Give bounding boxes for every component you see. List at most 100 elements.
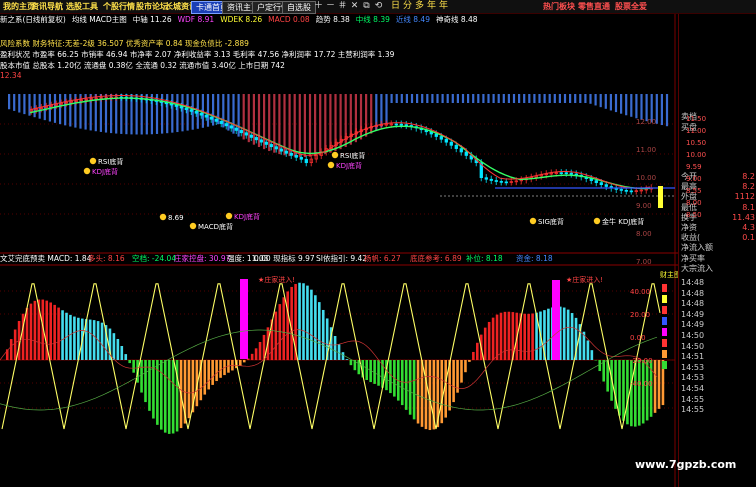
oscillator-bar [598,360,602,372]
tab[interactable]: 自选股 [282,1,316,14]
oscillator-bar [112,333,116,360]
candle-body [179,106,183,109]
oscillator-bar [49,302,52,360]
histogram-bar [436,94,439,103]
menu-item[interactable]: 选股工具 [63,1,101,12]
candle-body [304,158,308,164]
histogram-bar [477,94,480,103]
oscillator-bar [440,360,444,424]
chart-annotation: 8.69 [168,214,184,222]
histogram-bar [319,94,322,156]
candle-body [629,190,633,193]
oscillator-bar [416,360,420,424]
top-link[interactable]: 股票全爱 [612,1,650,12]
lower-indicator-value: 空档: -24.04 [132,254,177,263]
chart-annotation: KDJ底背 [234,212,260,221]
lower-signal: ★庄家进入! [258,275,295,284]
histogram-bar [283,94,286,156]
price-axis-label: 8.55 [686,187,702,195]
histogram-bar [456,94,459,103]
chart-canvas[interactable]: RSI底背KDJ底背MACD底背KDJ底背RSI底背KDJ底背SIG底背 金牛 K… [0,14,678,487]
histogram-bar [548,94,551,103]
histogram-bar [625,94,628,116]
candle-body [464,151,468,156]
candle-body [594,180,598,183]
oscillator-bar [333,336,337,360]
price-axis-label: 9.59 [686,163,702,171]
candle-body [404,124,408,127]
menu-item[interactable]: 资讯导航 [28,1,66,12]
histogram-bar [186,94,189,131]
oscillator-bar [377,360,380,386]
top-link[interactable]: 热门板块 [540,1,578,12]
oscillator-bar [25,307,29,360]
tick-time: 14:53 [681,362,705,372]
histogram-bar [308,94,312,157]
close-icon[interactable]: ✕ [349,1,360,12]
price-axis-label: 10.50 [686,139,707,147]
histogram-bar [512,94,516,103]
histogram-bar [390,94,393,103]
period-button[interactable]: 年 [438,1,449,12]
oscillator-bar [476,342,479,360]
oscillator-bar [318,302,321,360]
oscillator-axis-label: 20.00 [630,311,650,319]
oscillator-bar [203,360,207,395]
signal-smiley-icon [83,167,91,175]
zoom-in-icon[interactable]: ＋ [313,1,324,12]
window-icon[interactable]: ⧉ [361,1,372,12]
histogram-bar [563,94,567,103]
quote-side-panel: 卖档 买盘 今开 8.2 最高 8.2 外盘 1112 最低 8.1 换手 11.43 净资 4.3 收益(… [678,14,756,487]
oscillator-bar [622,360,625,421]
oscillator-bar [92,320,96,360]
signal-pillar [552,280,560,360]
histogram-bar [482,94,485,103]
histogram-bar [502,94,505,103]
oscillator-axis-label: 40.00 [630,288,650,296]
oscillator-bar [345,359,349,360]
lower-indicator-value: 补位: 8.18 [466,254,503,263]
oscillator-bar [523,313,526,360]
tick-row: 14:54 [679,383,756,394]
histogram-bar [487,94,490,103]
candle-body [504,181,508,184]
candle-body [199,112,203,116]
zoom-out-icon[interactable]: － [325,1,336,12]
histogram-bar [268,94,271,152]
tick-row: 14:48 [679,277,756,288]
signal-smiley-icon [529,217,537,225]
histogram-bar [620,94,623,114]
candle-body [224,123,228,127]
tick-time: 14:54 [681,384,705,393]
ladder-block [662,339,667,347]
candle-body [279,148,283,152]
chart-annotation: KDJ底背 [336,161,362,170]
oscillator-bar [389,360,392,394]
grid-icon[interactable]: ＃ [337,1,348,12]
histogram-bar [461,94,465,103]
oscillator-bar [207,360,210,390]
period-button[interactable]: 分 [402,1,413,12]
refresh-icon[interactable]: ⟲ [373,1,384,12]
histogram-bar [405,94,408,103]
histogram-bar [507,94,510,103]
oscillator-bar [286,291,289,360]
price-axis-label: 10.00 [636,174,656,182]
period-button[interactable]: 多 [414,1,425,12]
chart-annotation: SIG底背 [538,217,564,226]
oscillator-bar [487,321,491,360]
period-button[interactable]: 年 [426,1,437,12]
oscillator-axis-label: -20.00 [630,357,653,365]
stat-label: 大宗流入 [681,263,713,273]
oscillator-bar [124,354,128,360]
top-link[interactable]: 零售直通 [575,1,613,12]
chart-annotation: KDJ底背 [92,167,118,176]
oscillator-bar [602,360,605,382]
tick-row: 14:55 [679,404,756,415]
histogram-bar [23,94,26,115]
oscillator-bar [618,360,621,416]
period-button[interactable]: 日 [390,1,401,12]
histogram-bar [518,94,521,103]
price-axis-label: 8.50 [686,211,702,219]
ladder-block [662,306,667,314]
